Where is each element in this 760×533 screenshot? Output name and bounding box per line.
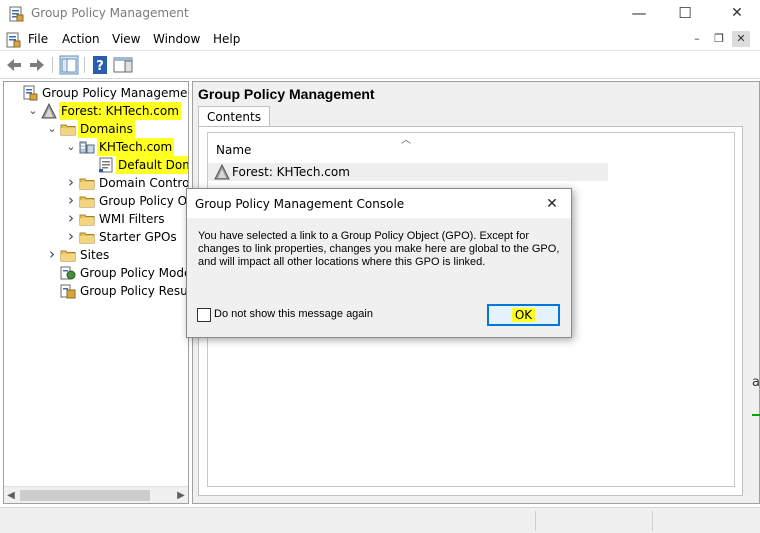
- chevron-right-icon[interactable]: ›: [65, 228, 77, 246]
- status-bar: [0, 507, 760, 533]
- tree-item-label: Group Policy O: [99, 194, 188, 208]
- domain-icon: [79, 141, 95, 154]
- back-arrow-icon[interactable]: [4, 55, 24, 75]
- forward-arrow-icon[interactable]: [27, 55, 47, 75]
- menu-bar: File Action View Window Help – ❐ ✕: [0, 28, 760, 51]
- forest-icon: [214, 164, 230, 180]
- toolbar: ?: [0, 52, 760, 79]
- show-hide-tree-icon[interactable]: [59, 55, 79, 75]
- scroll-left-arrow-icon[interactable]: ◀: [4, 487, 18, 503]
- tree-item-label: Forest: KHTech.com: [59, 102, 181, 120]
- folder-icon: [60, 250, 76, 262]
- tree-item[interactable]: Group Policy Results: [4, 282, 188, 300]
- tree-item-label: Starter GPOs: [99, 230, 177, 244]
- status-separator: [535, 511, 536, 531]
- clipped-text: a: [752, 375, 760, 390]
- tree-item-label: WMI Filters: [99, 212, 165, 226]
- mdi-controls: – ❐ ✕: [684, 31, 754, 49]
- gpo-link-icon: [99, 157, 113, 173]
- dialog-title: Group Policy Management Console: [195, 197, 405, 211]
- forest-icon: [41, 103, 57, 119]
- dont-show-again-label[interactable]: Do not show this message again: [214, 308, 373, 320]
- maximize-button[interactable]: ☐: [662, 0, 708, 28]
- tree-item-label: KHTech.com: [97, 138, 175, 156]
- folder-icon: [79, 214, 95, 226]
- toolbar-separator: [52, 57, 53, 73]
- tree-item-label: Sites: [80, 248, 110, 262]
- ok-button[interactable]: OK: [487, 304, 560, 326]
- tree-item[interactable]: › Group Policy O: [4, 192, 188, 210]
- window-title: Group Policy Management: [31, 6, 189, 20]
- menu-action[interactable]: Action: [62, 32, 100, 46]
- status-separator: [652, 511, 653, 531]
- gpm-icon: [23, 85, 38, 101]
- clipped-progress-line: [752, 414, 760, 416]
- tree-item-label: Domains: [78, 120, 135, 138]
- dialog-message: You have selected a link to a Group Poli…: [198, 230, 560, 268]
- svg-text:?: ?: [96, 59, 104, 74]
- menu-view[interactable]: View: [112, 32, 140, 46]
- title-bar: Group Policy Management — ☐ ✕: [0, 0, 760, 28]
- scrollbar-thumb[interactable]: [20, 490, 150, 501]
- minimize-button[interactable]: —: [616, 0, 662, 28]
- tree-item[interactable]: › WMI Filters: [4, 210, 188, 228]
- tree-item[interactable]: › Sites: [4, 246, 188, 264]
- gpmc-dialog: Group Policy Management Console ✕ You ha…: [186, 188, 572, 338]
- console-document-icon[interactable]: [5, 32, 21, 48]
- list-item[interactable]: Forest: KHTech.com: [208, 163, 608, 181]
- chevron-right-icon[interactable]: ›: [65, 192, 77, 210]
- chevron-down-icon[interactable]: ⌄: [46, 120, 58, 138]
- dont-show-again-checkbox[interactable]: [197, 308, 211, 322]
- chevron-right-icon[interactable]: ›: [46, 246, 58, 264]
- mdi-minimize-button[interactable]: –: [688, 31, 706, 47]
- chevron-right-icon[interactable]: ›: [65, 174, 77, 192]
- folder-icon: [79, 178, 95, 190]
- mdi-close-button[interactable]: ✕: [732, 31, 750, 47]
- tree-item-label: Group Policy Modeling: [80, 266, 189, 280]
- close-button[interactable]: ✕: [714, 0, 760, 28]
- gpm-app-icon: [9, 6, 24, 22]
- tree-item[interactable]: Group Policy Modeling: [4, 264, 188, 282]
- column-header[interactable]: ︿ Name: [208, 133, 734, 160]
- mdi-restore-button[interactable]: ❐: [710, 31, 728, 47]
- tree-item[interactable]: Default Domain: [4, 156, 188, 174]
- horizontal-scrollbar[interactable]: ◀ ▶: [4, 486, 188, 503]
- tree-item-label: Group Policy Management: [42, 86, 189, 100]
- chevron-right-icon[interactable]: ›: [65, 210, 77, 228]
- modeling-icon: [60, 266, 76, 280]
- tree-item[interactable]: ⌄ Forest: KHTech.com: [4, 102, 188, 120]
- action-pane-icon[interactable]: [113, 55, 133, 75]
- dialog-close-button[interactable]: ✕: [537, 192, 567, 216]
- tree-item[interactable]: › Domain Contro: [4, 174, 188, 192]
- menu-file[interactable]: File: [28, 32, 48, 46]
- details-title: Group Policy Management: [198, 86, 375, 102]
- tree-item[interactable]: › Starter GPOs: [4, 228, 188, 246]
- folder-icon: [79, 232, 95, 244]
- sort-ascending-icon: ︿: [401, 135, 411, 146]
- tree-item-label: Group Policy Results: [80, 284, 188, 298]
- list-item-label: Forest: KHTech.com: [232, 165, 350, 179]
- tree-item[interactable]: ⌄ KHTech.com: [4, 138, 188, 156]
- toolbar-separator: [84, 57, 85, 73]
- results-icon: [60, 284, 76, 299]
- chevron-down-icon[interactable]: ⌄: [27, 102, 39, 120]
- tree-item[interactable]: ⌄ Domains: [4, 120, 188, 138]
- help-icon[interactable]: ?: [90, 55, 110, 75]
- menu-help[interactable]: Help: [213, 32, 240, 46]
- tree-item[interactable]: Group Policy Management: [4, 84, 188, 102]
- scroll-right-arrow-icon[interactable]: ▶: [174, 487, 188, 503]
- column-name[interactable]: Name: [216, 143, 251, 157]
- folder-icon: [60, 124, 76, 136]
- dialog-title-bar: Group Policy Management Console ✕: [187, 189, 571, 218]
- tree-item-label: Domain Contro: [99, 176, 189, 190]
- chevron-down-icon[interactable]: ⌄: [65, 138, 77, 156]
- menu-window[interactable]: Window: [153, 32, 200, 46]
- tree-item-label: Default Domain: [116, 156, 188, 174]
- ok-button-label: OK: [511, 308, 536, 322]
- console-tree[interactable]: Group Policy Management ⌄ Forest: KHTech.c…: [3, 81, 189, 504]
- tab-contents[interactable]: Contents: [198, 106, 270, 127]
- folder-icon: [79, 196, 95, 208]
